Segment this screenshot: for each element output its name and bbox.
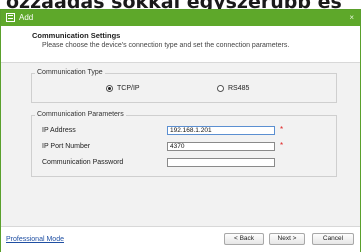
dialog-footer: Professional Mode < Back Next > Cancel bbox=[1, 226, 360, 252]
window-icon bbox=[6, 13, 15, 22]
ip-port-input[interactable] bbox=[167, 142, 275, 151]
dialog-header: Communication Settings Please choose the… bbox=[1, 26, 360, 63]
professional-mode-link[interactable]: Professional Mode bbox=[6, 236, 64, 243]
radio-tcpip[interactable]: TCP/IP bbox=[106, 85, 140, 92]
radio-rs485-label: RS485 bbox=[228, 85, 250, 92]
add-device-dialog: Add × Communication Settings Please choo… bbox=[0, 9, 361, 252]
communication-parameters-group: Communication Parameters IP Address * IP… bbox=[31, 111, 337, 177]
close-icon[interactable]: × bbox=[349, 10, 354, 26]
radio-tcpip-label: TCP/IP bbox=[117, 85, 140, 92]
communication-type-legend: Communication Type bbox=[35, 69, 105, 76]
ip-port-label: IP Port Number bbox=[42, 143, 91, 150]
comm-password-input[interactable] bbox=[167, 158, 275, 167]
ip-address-label: IP Address bbox=[42, 127, 76, 134]
ip-port-required-mark: * bbox=[280, 141, 284, 150]
next-button[interactable]: Next > bbox=[269, 233, 305, 245]
ip-address-required-mark: * bbox=[280, 125, 284, 134]
communication-parameters-legend: Communication Parameters bbox=[35, 111, 126, 118]
dialog-body: Communication Type TCP/IP RS485 Communic… bbox=[1, 63, 360, 226]
ip-address-input[interactable] bbox=[167, 126, 275, 135]
comm-password-label: Communication Password bbox=[42, 159, 124, 166]
radio-rs485-indicator[interactable] bbox=[217, 85, 224, 92]
section-title: Communication Settings bbox=[32, 31, 121, 40]
dialog-titlebar: Add × bbox=[1, 10, 360, 26]
section-subtitle: Please choose the device's connection ty… bbox=[42, 42, 290, 49]
back-button[interactable]: < Back bbox=[224, 233, 264, 245]
communication-type-group: Communication Type TCP/IP RS485 bbox=[31, 69, 337, 103]
cancel-button[interactable]: Cancel bbox=[312, 233, 354, 245]
radio-rs485[interactable]: RS485 bbox=[217, 85, 249, 92]
dialog-title: Add bbox=[19, 13, 34, 22]
radio-tcpip-indicator[interactable] bbox=[106, 85, 113, 92]
